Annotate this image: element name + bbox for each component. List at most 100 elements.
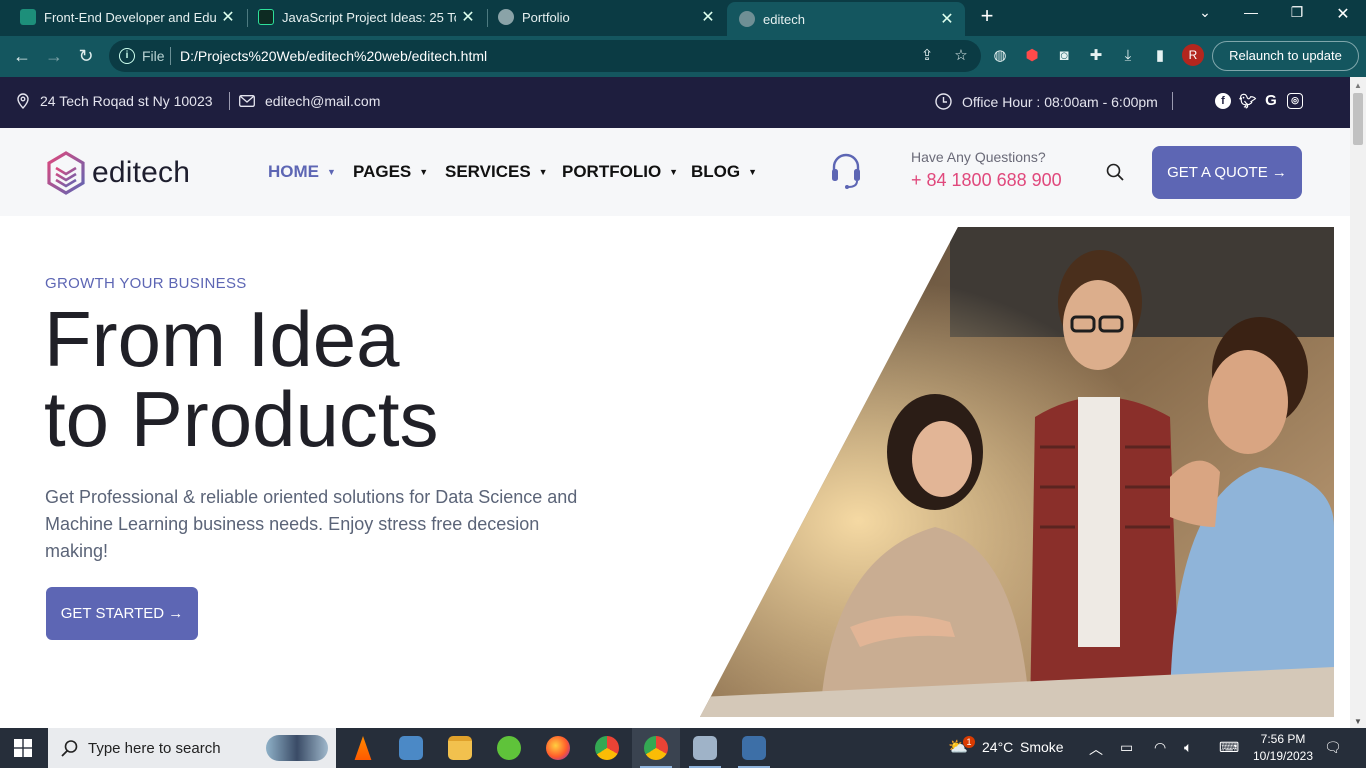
screen-app-icon bbox=[693, 736, 717, 760]
email-text[interactable]: editech@mail.com bbox=[265, 93, 380, 109]
nav-services[interactable]: SERVICES ▼ bbox=[445, 162, 548, 182]
back-arrow-icon[interactable]: ← bbox=[11, 45, 33, 67]
folder-icon bbox=[448, 736, 472, 760]
camera-extension-icon[interactable]: ◙ bbox=[1054, 46, 1074, 66]
scroll-down-arrow-icon[interactable]: ▼ bbox=[1354, 717, 1362, 726]
close-icon[interactable]: ✕ bbox=[216, 7, 240, 27]
site-header: editech HOME ▼ PAGES ▼ SERVICES ▼ PORTFOLIO… bbox=[0, 128, 1350, 216]
clock-time: 7:56 PM bbox=[1260, 732, 1306, 746]
taskbar-app-green[interactable] bbox=[485, 728, 533, 768]
url-text[interactable]: D:/Projects%20Web/editech%20web/editech.… bbox=[180, 48, 487, 64]
taskbar-app-download[interactable] bbox=[730, 728, 778, 768]
caret-down-icon: ▼ bbox=[538, 167, 548, 177]
chrome-icon bbox=[595, 736, 619, 760]
adblock-extension-icon[interactable]: ⬢ bbox=[1022, 46, 1042, 66]
nav-home[interactable]: HOME ▼ bbox=[268, 162, 336, 182]
volume-icon[interactable]: 🔈︎ bbox=[1184, 739, 1192, 756]
search-icon bbox=[61, 740, 78, 757]
close-icon[interactable]: ✕ bbox=[696, 7, 720, 27]
caret-down-icon: ▼ bbox=[669, 167, 679, 177]
instagram-icon[interactable]: ◎ bbox=[1287, 93, 1303, 109]
page-favicon-icon bbox=[258, 9, 274, 25]
search-placeholder: Type here to search bbox=[88, 740, 221, 757]
logo-text: editech bbox=[92, 156, 191, 189]
taskbar-clock[interactable]: 7:56 PM 10/19/2023 bbox=[1248, 731, 1318, 765]
download-icon[interactable]: ⤓ bbox=[1118, 46, 1138, 66]
questions-label: Have Any Questions? bbox=[911, 149, 1046, 165]
puzzle-extensions-icon[interactable]: ✚ bbox=[1086, 46, 1106, 66]
profile-avatar[interactable]: R bbox=[1182, 44, 1204, 66]
new-tab-button[interactable]: + bbox=[976, 5, 998, 27]
globe-favicon-icon bbox=[498, 9, 514, 25]
restore-button[interactable]: ❐ bbox=[1282, 4, 1312, 21]
search-icon[interactable] bbox=[1106, 163, 1124, 181]
scrollbar-thumb[interactable] bbox=[1353, 93, 1363, 145]
webpage-viewport: 24 Tech Roqad st Ny 10023 editech@mail.c… bbox=[0, 77, 1350, 728]
close-icon[interactable]: ✕ bbox=[456, 7, 480, 27]
weather-condition[interactable]: Smoke bbox=[1020, 739, 1064, 755]
caret-down-icon: ▼ bbox=[748, 167, 758, 177]
relaunch-button[interactable]: Relaunch to update bbox=[1212, 41, 1359, 71]
taskbar-chrome[interactable] bbox=[583, 728, 631, 768]
get-a-quote-button[interactable]: GET A QUOTE → bbox=[1152, 146, 1302, 199]
notifications-icon[interactable]: 🗨︎ bbox=[1324, 739, 1342, 756]
tab-strip: Front-End Developer and Educat ✕ JavaScr… bbox=[0, 0, 1366, 36]
tab-editech[interactable]: editech ✕ bbox=[727, 2, 965, 36]
location-pin-icon bbox=[17, 93, 29, 109]
battery-icon[interactable]: ▭ bbox=[1120, 739, 1133, 756]
chatgpt-favicon-icon bbox=[20, 9, 36, 25]
nav-blog[interactable]: BLOG ▼ bbox=[691, 162, 757, 182]
logo-hexagon-icon bbox=[47, 151, 85, 195]
green-app-icon bbox=[497, 736, 521, 760]
google-icon[interactable]: G bbox=[1263, 93, 1279, 109]
nav-portfolio[interactable]: PORTFOLIO ▼ bbox=[562, 162, 678, 182]
browser-toolbar: ← → ↻ i File D:/Projects%20Web/editech%2… bbox=[0, 36, 1366, 77]
close-icon[interactable]: ✕ bbox=[935, 9, 959, 29]
scroll-up-arrow-icon[interactable]: ▲ bbox=[1354, 81, 1362, 90]
tab-front-end-developer[interactable]: Front-End Developer and Educat ✕ bbox=[0, 0, 246, 34]
windows-start-icon[interactable] bbox=[14, 739, 32, 757]
page-scrollbar[interactable]: ▲ ▼ bbox=[1350, 77, 1366, 728]
globe-extension-icon[interactable]: ◍ bbox=[990, 46, 1010, 66]
taskbar-firefox[interactable] bbox=[534, 728, 582, 768]
address-item: 24 Tech Roqad st Ny 10023 bbox=[16, 93, 213, 109]
weather-alert-badge: 1 bbox=[963, 736, 975, 748]
taskbar-file-explorer[interactable] bbox=[436, 728, 484, 768]
office-hours-text: Office Hour : 08:00am - 6:00pm bbox=[962, 93, 1158, 110]
facebook-icon[interactable]: f bbox=[1215, 93, 1231, 109]
reload-icon[interactable]: ↻ bbox=[75, 45, 97, 67]
taskbar-search-box[interactable]: Type here to search bbox=[48, 728, 336, 768]
bookmark-star-icon[interactable]: ☆ bbox=[951, 46, 971, 66]
address-bar[interactable]: i File D:/Projects%20Web/editech%20web/e… bbox=[109, 40, 981, 72]
tab-title: editech bbox=[763, 11, 805, 27]
tray-chevron-up-icon[interactable]: ︿ bbox=[1089, 739, 1103, 759]
tab-javascript-project-ideas[interactable]: JavaScript Project Ideas: 25 Top I ✕ bbox=[238, 0, 486, 34]
get-started-button[interactable]: GET STARTED → bbox=[46, 587, 198, 640]
download-app-icon bbox=[742, 736, 766, 760]
email-item[interactable]: editech@mail.com bbox=[239, 93, 380, 109]
weather-temp[interactable]: 24°C bbox=[982, 739, 1013, 755]
hero-description: Get Professional & reliable oriented sol… bbox=[45, 487, 578, 561]
hero-kicker: GROWTH YOUR BUSINESS bbox=[45, 275, 247, 292]
site-info-icon[interactable]: i bbox=[119, 48, 135, 64]
top-info-bar: 24 Tech Roqad st Ny 10023 editech@mail.c… bbox=[0, 77, 1350, 128]
share-icon[interactable]: ⇪ bbox=[917, 46, 937, 66]
twitter-icon[interactable]: 🐦︎ bbox=[1239, 93, 1257, 109]
tab-search-chevron-icon[interactable]: ⌄ bbox=[1190, 4, 1220, 21]
taskbar-chrome-active[interactable] bbox=[632, 728, 680, 768]
tab-portfolio[interactable]: Portfolio ✕ bbox=[478, 0, 726, 34]
window-close-button[interactable]: ✕ bbox=[1328, 4, 1358, 24]
taskbar-app-screen[interactable] bbox=[681, 728, 729, 768]
windows-taskbar: Type here to search ⛅ 1 24°C Smoke ︿ ▭ ◠… bbox=[0, 728, 1366, 768]
envelope-icon bbox=[239, 95, 255, 107]
forward-arrow-icon[interactable]: → bbox=[43, 45, 65, 67]
side-panel-icon[interactable]: ▮ bbox=[1150, 46, 1170, 66]
taskbar-control-panel[interactable] bbox=[387, 728, 435, 768]
site-logo[interactable]: editech bbox=[46, 151, 190, 195]
nav-pages[interactable]: PAGES ▼ bbox=[353, 162, 428, 182]
input-keyboard-icon[interactable]: ⌨ bbox=[1219, 739, 1239, 756]
phone-number[interactable]: + 84 1800 688 900 bbox=[911, 170, 1062, 191]
wifi-icon[interactable]: ◠ bbox=[1154, 739, 1166, 756]
taskbar-vlc[interactable] bbox=[339, 728, 387, 768]
minimize-button[interactable]: — bbox=[1236, 4, 1266, 20]
